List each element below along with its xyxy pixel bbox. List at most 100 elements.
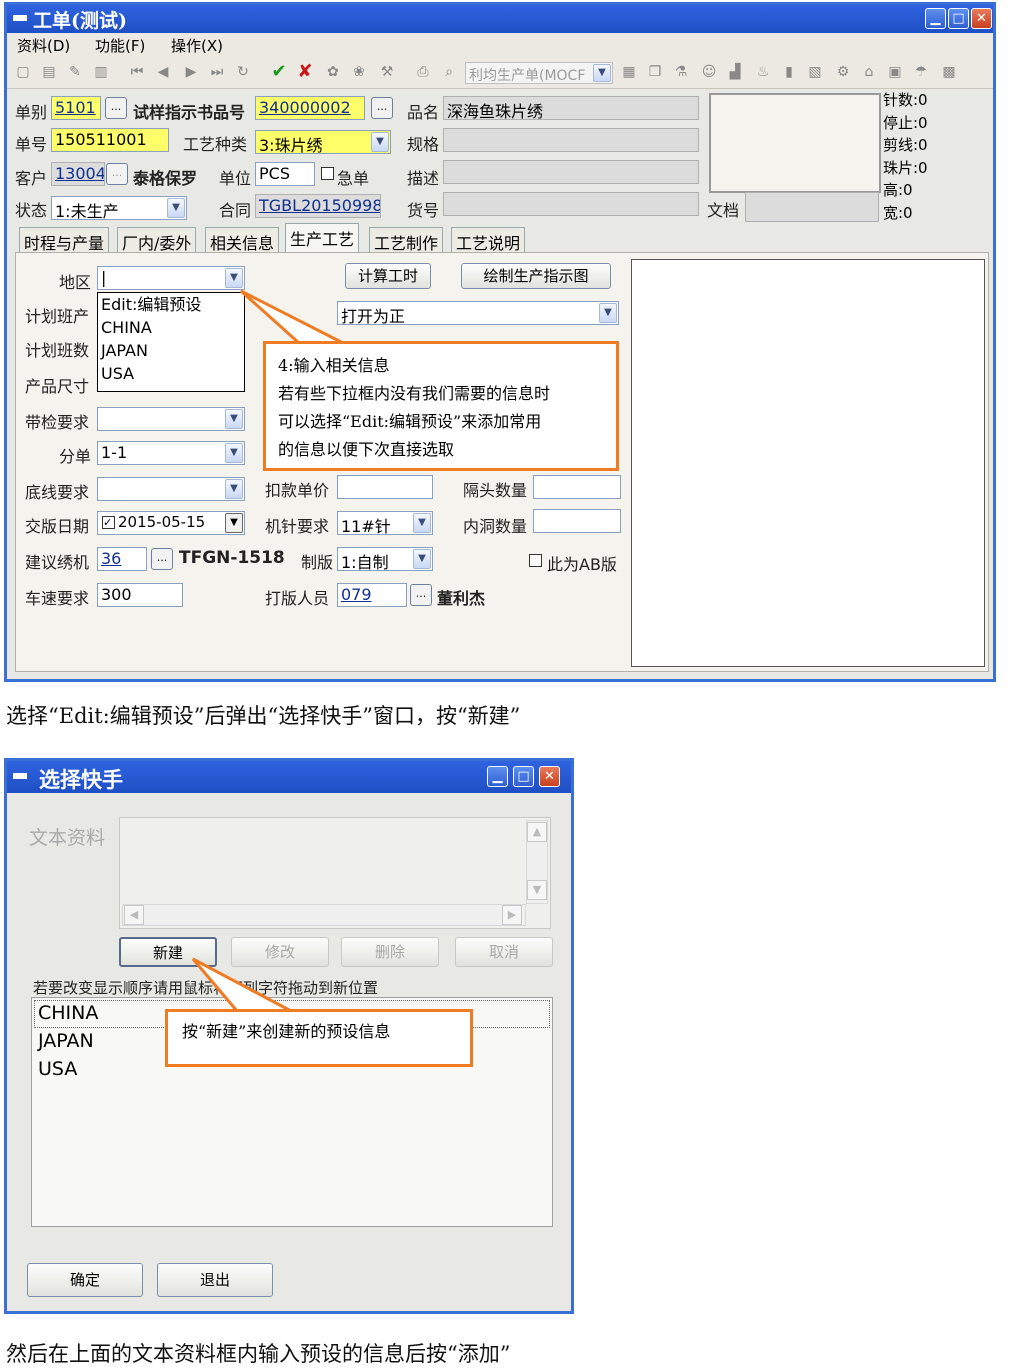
chevron-down-icon[interactable]: ▼ <box>167 198 185 218</box>
confirm-check-icon[interactable]: ✔ <box>271 63 287 81</box>
window-icon[interactable]: ▣ <box>887 64 903 80</box>
unapprove-icon[interactable]: ❀ <box>351 64 367 80</box>
last-record-icon[interactable]: ⏭ <box>209 64 225 80</box>
tab-production-process[interactable]: 生产工艺 <box>285 223 360 254</box>
chevron-down-icon[interactable]: ▼ <box>225 409 243 429</box>
network-icon[interactable]: ⚙ <box>835 64 851 80</box>
user-icon[interactable]: ☺ <box>701 64 717 80</box>
tab-process-make[interactable]: 工艺制作 <box>369 227 444 253</box>
dropdown-option-usa[interactable]: USA <box>101 362 244 385</box>
getou-field[interactable] <box>533 475 621 499</box>
list-item[interactable]: JAPAN <box>38 1030 94 1052</box>
tab-related[interactable]: 相关信息 <box>205 227 280 253</box>
danwei-field[interactable]: PCS <box>255 162 315 186</box>
ok-button[interactable]: 确定 <box>27 1263 143 1297</box>
chevron-down-icon[interactable]: ▼ <box>225 268 243 288</box>
tab-process-notes[interactable]: 工艺说明 <box>451 227 526 253</box>
xiuji-browse-button[interactable]: ... <box>151 548 173 570</box>
list-item[interactable]: USA <box>38 1058 77 1080</box>
chart-icon[interactable]: ▟ <box>727 64 743 80</box>
cancel-x-icon[interactable]: ✘ <box>297 63 313 81</box>
scroll-left-icon[interactable]: ◀ <box>124 905 144 925</box>
daban-field[interactable]: 079 <box>337 583 407 607</box>
next-record-icon[interactable]: ▶ <box>183 64 199 80</box>
bell-icon[interactable]: ♨ <box>755 64 771 80</box>
dropdown-option-edit[interactable]: Edit:编辑预设 <box>101 293 244 316</box>
chevron-down-icon[interactable]: ▼ <box>225 479 243 499</box>
umbrella-icon[interactable]: ☂ <box>913 64 929 80</box>
minimize-icon[interactable]: ▁ <box>925 8 946 29</box>
hetong-field[interactable]: TGBL20150998 <box>255 194 381 218</box>
delete-button[interactable]: 删除 <box>341 937 439 967</box>
close-icon[interactable]: ✕ <box>539 766 560 787</box>
barcode-icon[interactable]: ▦ <box>621 64 637 80</box>
pinming-field[interactable]: 深海鱼珠片绣 <box>443 96 699 120</box>
neidong-field[interactable] <box>533 509 621 533</box>
jidan-checkbox[interactable] <box>321 167 334 180</box>
zhuangtai-select[interactable]: 1:未生产 ▼ <box>51 196 187 220</box>
title-bar[interactable]: 选择快手 ▁ □ ✕ <box>7 761 571 793</box>
chevron-down-icon[interactable]: ▼ <box>599 303 617 323</box>
miaoshu-field[interactable] <box>443 160 699 184</box>
xiuji-field[interactable]: 36 <box>97 547 147 571</box>
close-icon[interactable]: ✕ <box>971 8 992 29</box>
jizhen-select[interactable]: 11#针 ▼ <box>337 511 433 535</box>
menu-data[interactable]: 资料(D) <box>17 35 70 56</box>
daijian-select[interactable]: ▼ <box>97 407 245 431</box>
danbie-field[interactable]: 5101 <box>51 96 101 120</box>
chevron-down-icon[interactable]: ▼ <box>225 443 243 463</box>
print-icon[interactable]: ⎙ <box>415 64 431 80</box>
zhishishu-field[interactable]: 340000002 <box>255 96 365 120</box>
gongyi-select[interactable]: 3:珠片绣 ▼ <box>255 130 391 154</box>
window-menu-icon[interactable] <box>13 773 27 779</box>
koukuan-field[interactable] <box>337 475 433 499</box>
menu-operate[interactable]: 操作(X) <box>171 35 223 56</box>
fendan-select[interactable]: 1-1 ▼ <box>97 441 245 465</box>
jiaoban-checkbox[interactable]: ✓ <box>102 516 115 529</box>
dropdown-option-japan[interactable]: JAPAN <box>101 339 244 362</box>
chesu-field[interactable]: 300 <box>97 583 183 607</box>
flask-icon[interactable]: ⚗ <box>673 64 689 80</box>
chevron-down-icon[interactable]: ▼ <box>225 513 243 533</box>
maximize-icon[interactable]: □ <box>948 8 969 29</box>
dropdown-option-china[interactable]: CHINA <box>101 316 244 339</box>
edit-icon[interactable]: ✎ <box>67 64 83 80</box>
zhishishu-browse-button[interactable]: ... <box>371 97 393 119</box>
maximize-icon[interactable]: □ <box>513 766 534 787</box>
cancel-button[interactable]: 取消 <box>455 937 553 967</box>
bottle-icon[interactable]: ▮ <box>781 64 797 80</box>
new-file-icon[interactable]: ▢ <box>15 64 31 80</box>
scroll-up-icon[interactable]: ▲ <box>527 822 547 842</box>
copy-icon[interactable]: ❐ <box>647 64 663 80</box>
home-icon[interactable]: ⌂ <box>861 64 877 80</box>
jiaoban-date[interactable]: ✓ 2015-05-15 ▼ <box>97 511 245 535</box>
huohao-field[interactable] <box>443 192 699 216</box>
kehu-browse-button[interactable]: ... <box>106 163 128 185</box>
wendang-field[interactable] <box>745 192 879 222</box>
danbie-browse-button[interactable]: ... <box>105 97 127 119</box>
first-record-icon[interactable]: ⏮ <box>129 64 145 80</box>
minimize-icon[interactable]: ▁ <box>487 766 508 787</box>
calculator-icon[interactable]: ▩ <box>941 64 957 80</box>
dixian-select[interactable]: ▼ <box>97 477 245 501</box>
scroll-right-icon[interactable]: ▶ <box>502 905 522 925</box>
chevron-down-icon[interactable]: ▼ <box>371 132 389 152</box>
prev-record-icon[interactable]: ◀ <box>155 64 171 80</box>
ab-checkbox[interactable] <box>529 554 542 567</box>
calc-hours-button[interactable]: 计算工时 <box>345 263 431 289</box>
text-data-textarea[interactable]: ▲ ▼ ◀ ▶ <box>119 817 551 929</box>
daban-browse-button[interactable]: ... <box>410 584 432 606</box>
title-bar[interactable]: 工单(测试) ▁ □ ✕ <box>7 5 993 33</box>
window-menu-icon[interactable] <box>13 15 27 21</box>
scroll-down-icon[interactable]: ▼ <box>527 880 547 900</box>
preview-icon[interactable]: ⌕ <box>441 64 457 80</box>
kehu-field[interactable]: 13004 <box>51 162 105 186</box>
report-combo[interactable]: 利均生产单(MOCF ▼ <box>465 62 613 84</box>
exit-button[interactable]: 退出 <box>157 1263 273 1297</box>
tab-inhouse[interactable]: 厂内/委外 <box>117 227 197 253</box>
open-folder-icon[interactable]: ▤ <box>41 64 57 80</box>
zhengfan-select[interactable]: 打开为正 ▼ <box>337 301 619 325</box>
draw-chart-button[interactable]: 绘制生产指示图 <box>461 263 611 289</box>
chevron-down-icon[interactable]: ▼ <box>413 549 431 569</box>
refresh-icon[interactable]: ↻ <box>235 64 251 80</box>
